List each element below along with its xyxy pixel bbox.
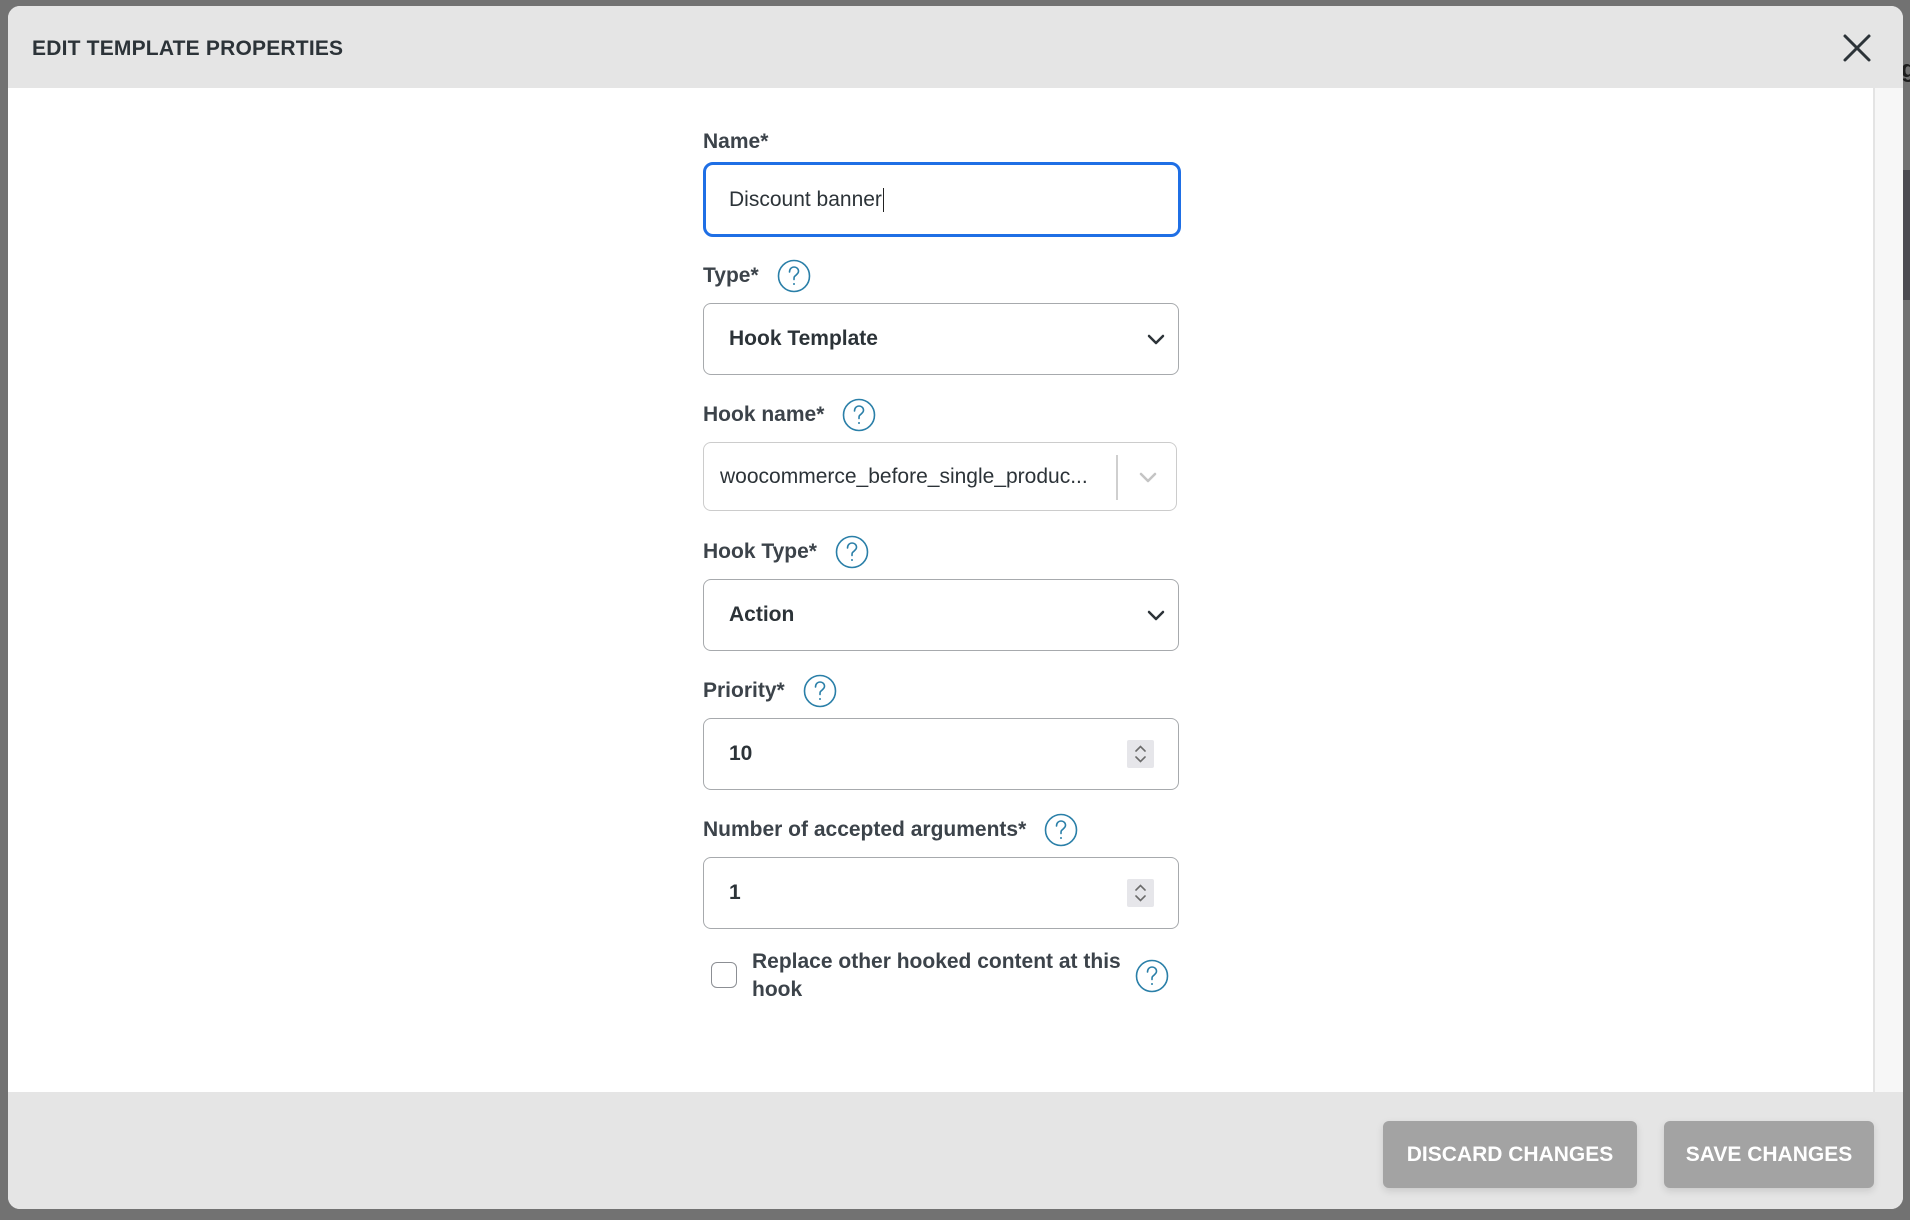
scrollbar-track[interactable] <box>1873 88 1903 1092</box>
help-icon <box>803 674 837 708</box>
replace-hooked-label: Replace other hooked content at this hoo… <box>752 950 1121 1001</box>
help-icon <box>835 535 869 569</box>
priority-label: Priority* <box>703 679 785 702</box>
stepper-arrows-icon <box>1135 884 1146 902</box>
help-icon <box>1044 813 1078 847</box>
help-icon <box>1135 959 1169 993</box>
name-label: Name* <box>703 130 769 153</box>
type-select[interactable]: Hook Template <box>703 303 1179 375</box>
stepper-arrows-icon <box>1135 745 1146 763</box>
name-input[interactable]: Discount banner <box>703 162 1181 237</box>
name-label-row: Name* <box>703 125 768 159</box>
type-select-value: Hook Template <box>729 327 878 350</box>
type-label: Type* <box>703 264 759 287</box>
replace-hooked-help-button[interactable] <box>1135 959 1169 993</box>
edit-template-dialog: EDIT TEMPLATE PROPERTIES Name* Discount … <box>8 6 1903 1209</box>
dialog-title: EDIT TEMPLATE PROPERTIES <box>32 37 344 60</box>
hook-name-label-row: Hook name* <box>703 398 876 432</box>
hook-name-help-button[interactable] <box>842 398 876 432</box>
discard-changes-button[interactable]: DISCARD CHANGES <box>1383 1121 1637 1188</box>
hook-type-label: Hook Type* <box>703 540 817 563</box>
hook-type-label-row: Hook Type* <box>703 535 869 569</box>
hook-type-select-value: Action <box>729 603 795 626</box>
priority-value: 10 <box>729 742 753 765</box>
type-label-row: Type* <box>703 259 811 293</box>
priority-help-button[interactable] <box>803 674 837 708</box>
dialog-body: Name* Discount banner Type* Hook Templat… <box>8 88 1873 1092</box>
hook-name-value: woocommerce_before_single_produc... <box>720 464 1088 488</box>
text-caret <box>882 187 884 212</box>
chevron-down-icon <box>1147 334 1165 345</box>
type-help-button[interactable] <box>777 259 811 293</box>
hook-type-help-button[interactable] <box>835 535 869 569</box>
chevron-down-icon <box>1147 610 1165 621</box>
close-icon <box>1843 34 1871 62</box>
priority-stepper[interactable] <box>1127 740 1154 768</box>
replace-hooked-checkbox[interactable] <box>711 962 737 988</box>
accepted-args-label-row: Number of accepted arguments* <box>703 813 1078 847</box>
priority-input[interactable]: 10 <box>703 718 1179 790</box>
hook-name-label: Hook name* <box>703 403 825 426</box>
accepted-args-label: Number of accepted arguments* <box>703 818 1027 841</box>
save-changes-button[interactable]: SAVE CHANGES <box>1664 1121 1874 1188</box>
chevron-down-icon[interactable] <box>1138 470 1158 484</box>
hook-name-combobox[interactable]: woocommerce_before_single_produc... <box>703 442 1177 511</box>
help-icon <box>843 398 876 432</box>
help-icon <box>777 259 810 293</box>
accepted-args-stepper[interactable] <box>1127 879 1154 907</box>
backdrop-panel <box>1903 560 1910 720</box>
accepted-args-input[interactable]: 1 <box>703 857 1179 929</box>
accepted-args-value: 1 <box>729 881 741 904</box>
dialog-footer: DISCARD CHANGES SAVE CHANGES <box>8 1092 1903 1209</box>
priority-label-row: Priority* <box>703 674 837 708</box>
hook-type-select[interactable]: Action <box>703 579 1179 651</box>
close-button[interactable] <box>1841 32 1873 64</box>
name-input-value: Discount banner <box>729 187 882 211</box>
backdrop-panel <box>1903 170 1910 300</box>
combobox-divider <box>1116 455 1118 500</box>
dialog-header: EDIT TEMPLATE PROPERTIES <box>8 6 1903 88</box>
accepted-args-help-button[interactable] <box>1044 813 1078 847</box>
